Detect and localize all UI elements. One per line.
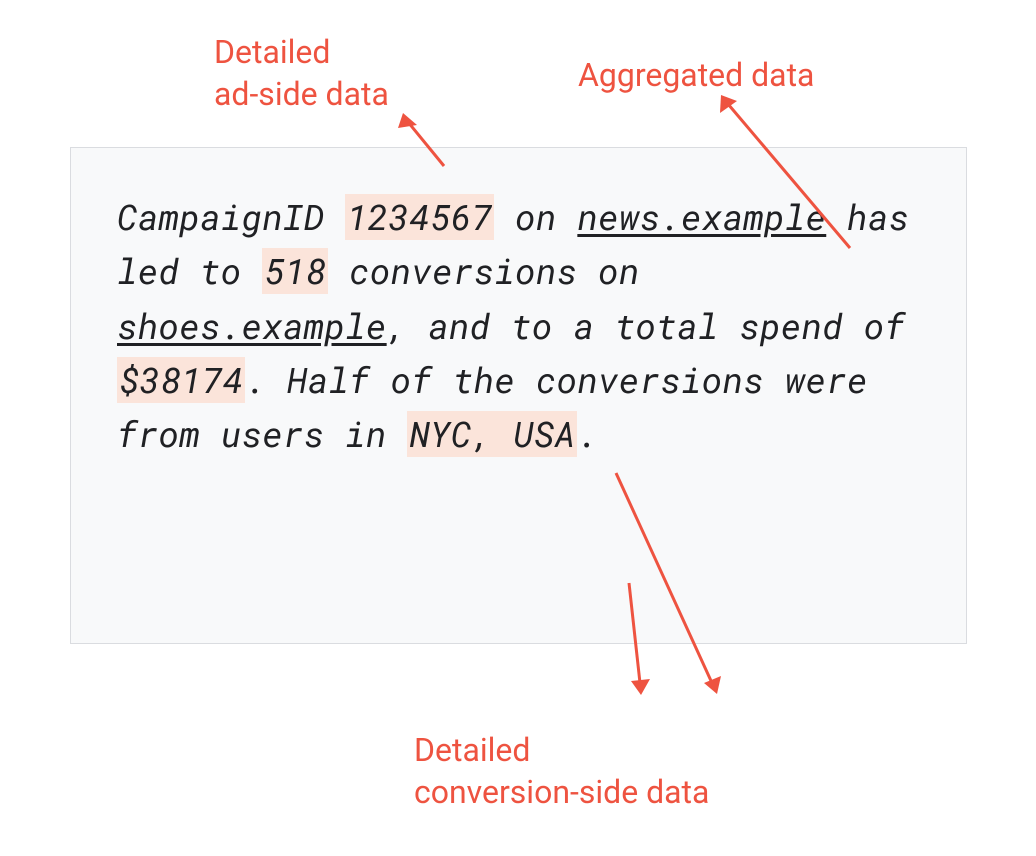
- annotation-text: Aggregated data: [578, 56, 814, 94]
- report-box: CampaignID 1234567 on news.example has l…: [70, 147, 967, 644]
- annotation-text-line2: ad-side data: [214, 75, 389, 113]
- annotation-detailed-conversion-side: Detailed conversion-side data: [414, 730, 709, 813]
- text-segment: CampaignID: [117, 194, 345, 240]
- text-segment: conversions on: [328, 248, 639, 294]
- text-segment: , and to a total spend of: [387, 303, 906, 349]
- annotation-detailed-ad-side: Detailed ad-side data: [214, 32, 389, 115]
- text-segment: .: [577, 411, 598, 457]
- campaign-id-highlight: 1234567: [345, 194, 494, 240]
- annotation-aggregated-data: Aggregated data: [578, 55, 814, 97]
- conversion-site-link: shoes.example: [117, 303, 387, 349]
- spend-highlight: $38174: [117, 357, 245, 403]
- annotation-text-line1: Detailed: [414, 731, 530, 769]
- ad-site-link: news.example: [577, 194, 826, 240]
- annotation-text-line2: conversion-side data: [414, 773, 709, 811]
- conversions-highlight: 518: [262, 248, 328, 294]
- location-highlight: NYC, USA: [407, 411, 577, 457]
- annotation-text-line1: Detailed: [214, 33, 330, 71]
- text-segment: on: [494, 194, 577, 240]
